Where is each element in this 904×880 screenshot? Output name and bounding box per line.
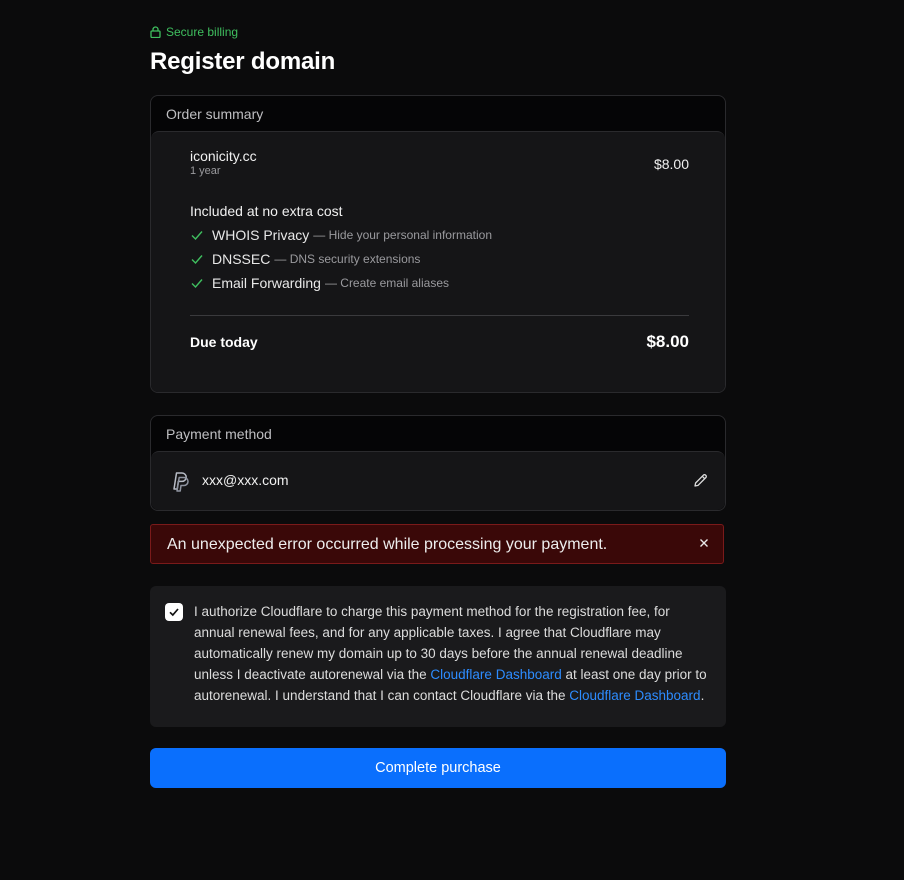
feature-item-dnssec: DNSSEC — DNS security extensions [190,251,420,267]
payment-method-row: xxx@xxx.com [151,451,725,510]
check-icon [191,231,203,241]
due-today-label: Due today [190,334,258,350]
authorization-checkbox[interactable] [165,603,183,621]
authorization-consent-box: I authorize Cloudflare to charge this pa… [150,586,726,727]
pencil-icon[interactable] [693,473,708,488]
feature-desc: — DNS security extensions [274,252,421,266]
domain-term: 1 year [190,165,221,177]
check-icon [191,279,203,289]
feature-name: Email Forwarding [212,275,321,291]
due-today-amount: $8.00 [646,332,689,351]
feature-name: DNSSEC [212,251,271,267]
included-title: Included at no extra cost [190,203,343,219]
order-summary-card: Order summary iconicity.cc 1 year $8.00 … [150,95,726,393]
error-banner: An unexpected error occurred while proce… [150,524,724,564]
order-summary-heading: Order summary [166,105,264,122]
feature-desc: — Create email aliases [324,276,449,290]
feature-item-email-forwarding: Email Forwarding — Create email aliases [190,275,449,291]
page-title: Register domain [150,48,336,75]
domain-name: iconicity.cc [190,148,257,164]
complete-purchase-button[interactable]: Complete purchase [150,748,726,788]
authorization-text: I authorize Cloudflare to charge this pa… [194,601,714,706]
cloudflare-dashboard-link[interactable]: Cloudflare Dashboard [430,667,561,682]
feature-desc: — Hide your personal information [313,228,492,242]
feature-item-whois: WHOIS Privacy — Hide your personal infor… [190,227,492,243]
payment-method-card: Payment method xxx@xxx.com [150,415,726,511]
summary-divider [190,315,689,316]
close-icon[interactable] [697,536,711,550]
check-icon [191,255,203,265]
lock-icon [150,26,161,38]
payment-method-heading: Payment method [166,425,272,442]
order-summary-body: iconicity.cc 1 year $8.00 Included at no… [151,131,725,392]
consent-text-part: . [700,688,705,703]
paypal-icon [173,472,189,492]
checkmark-icon [169,608,179,617]
secure-billing-label: Secure billing [166,25,239,39]
error-message: An unexpected error occurred while proce… [167,536,608,553]
payment-account-email: xxx@xxx.com [202,472,289,488]
cloudflare-dashboard-link[interactable]: Cloudflare Dashboard [569,688,700,703]
domain-price: $8.00 [653,156,689,172]
secure-billing-indicator: Secure billing [150,24,238,40]
register-domain-page: Secure billing Register domain Order sum… [0,0,904,880]
feature-name: WHOIS Privacy [212,227,310,243]
